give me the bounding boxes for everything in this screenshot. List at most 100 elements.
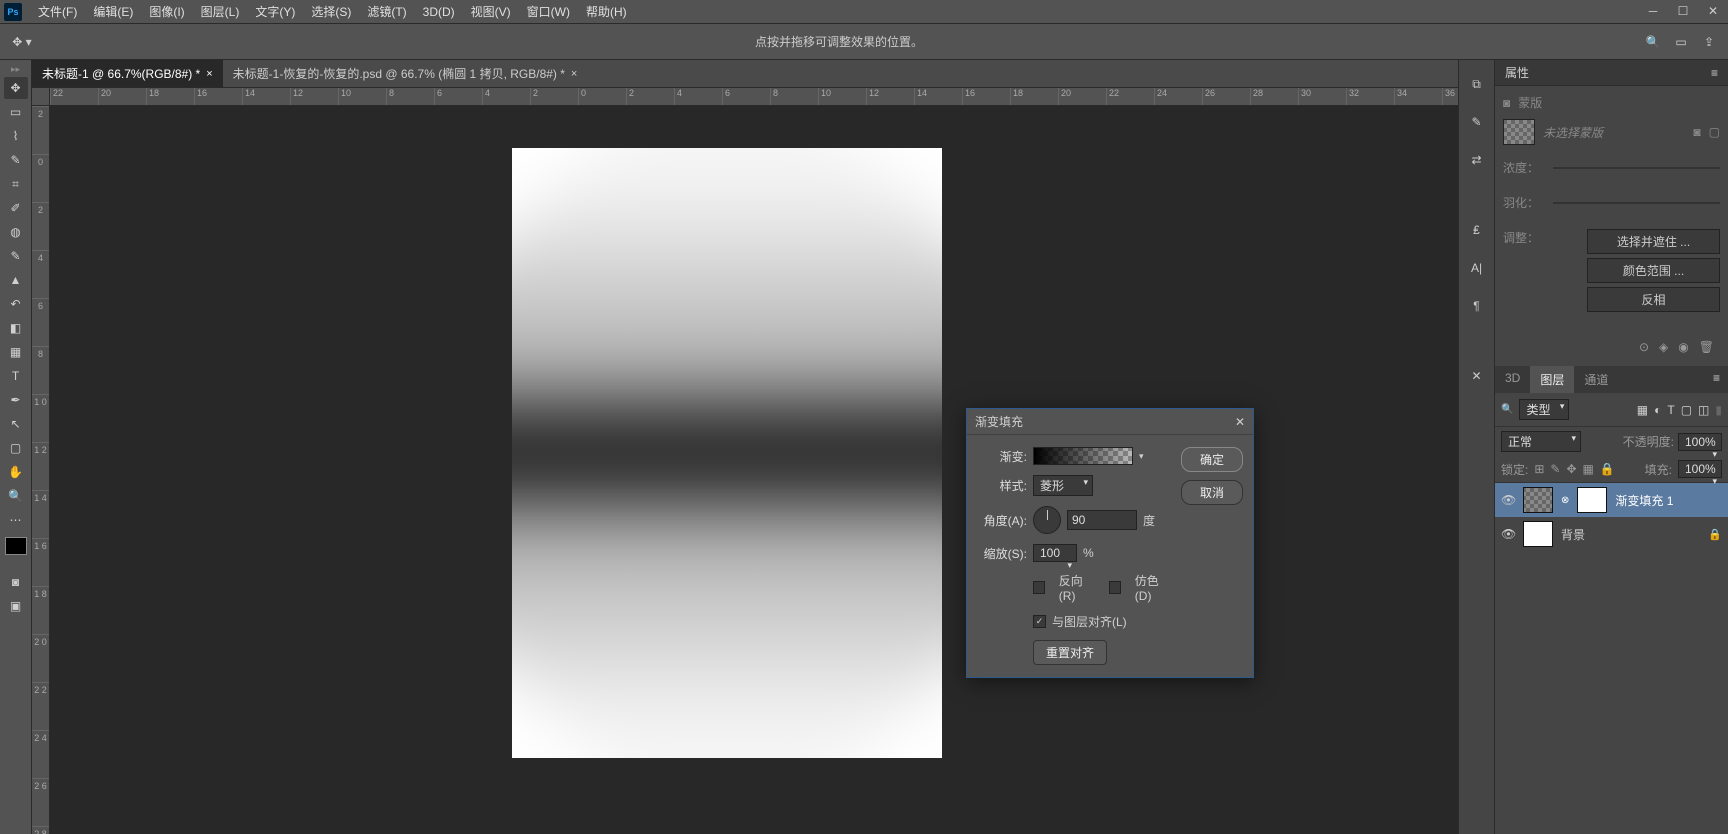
document-tab-1[interactable]: 未标题-1 @ 66.7%(RGB/8#) * ×: [32, 60, 223, 87]
panel-menu-icon[interactable]: ≡: [1705, 366, 1728, 393]
canvas[interactable]: [512, 148, 942, 758]
gradient-tool[interactable]: ▦: [4, 341, 28, 363]
visibility-icon[interactable]: 👁: [1501, 527, 1515, 541]
menu-layer[interactable]: 图层(L): [193, 3, 248, 20]
filter-smart-icon[interactable]: ◫: [1698, 403, 1709, 417]
lock-artboard-icon[interactable]: ▦: [1583, 462, 1594, 476]
close-button[interactable]: ✕: [1702, 2, 1724, 20]
eraser-tool[interactable]: ◧: [4, 317, 28, 339]
mask-link-icon[interactable]: ⊗: [1561, 495, 1569, 506]
color-swatch[interactable]: [5, 537, 27, 555]
pixel-mask-icon[interactable]: ◙: [1693, 125, 1700, 139]
dither-checkbox[interactable]: [1109, 581, 1121, 594]
cancel-button[interactable]: 取消: [1181, 480, 1243, 505]
pen-tool[interactable]: ✒: [4, 389, 28, 411]
menu-3d[interactable]: 3D(D): [415, 5, 463, 19]
tab-layers[interactable]: 图层: [1530, 366, 1574, 393]
move-tool-indicator[interactable]: ✥ ▾: [10, 31, 34, 53]
ruler-horizontal[interactable]: 2220181614121086420246810121416182022242…: [50, 88, 1458, 106]
lock-pixels-icon[interactable]: ⊞: [1534, 462, 1544, 476]
dropdown-icon[interactable]: ▾: [1139, 451, 1144, 462]
brush-settings-icon[interactable]: ⇄: [1467, 150, 1487, 170]
lock-position-icon[interactable]: ✎: [1550, 462, 1560, 476]
quick-select-tool[interactable]: ✎: [4, 149, 28, 171]
align-checkbox[interactable]: ✓: [1033, 615, 1046, 628]
load-selection-icon[interactable]: ⊙: [1639, 340, 1649, 354]
move-tool[interactable]: ✥: [4, 77, 28, 99]
stamp-tool[interactable]: ▲: [4, 269, 28, 291]
style-dropdown[interactable]: 菱形: [1033, 475, 1093, 496]
fill-value[interactable]: 100%: [1678, 460, 1722, 478]
filter-pixel-icon[interactable]: ▦: [1637, 403, 1648, 417]
filter-type-icon[interactable]: T: [1667, 403, 1674, 417]
screen-mode-icon[interactable]: ▣: [4, 595, 28, 617]
menu-image[interactable]: 图像(I): [141, 3, 192, 20]
filter-toggle-icon[interactable]: ▮: [1715, 403, 1722, 417]
filter-adjust-icon[interactable]: ◐: [1654, 403, 1661, 417]
menu-select[interactable]: 选择(S): [303, 3, 359, 20]
type-tool[interactable]: T: [4, 365, 28, 387]
quick-mask-icon[interactable]: ◙: [4, 571, 28, 593]
character-panel-icon[interactable]: ₤: [1467, 220, 1487, 240]
menu-file[interactable]: 文件(F): [30, 3, 85, 20]
hand-tool[interactable]: ✋: [4, 461, 28, 483]
vector-mask-icon[interactable]: ▢: [1709, 125, 1720, 139]
filter-shape-icon[interactable]: ▢: [1681, 403, 1692, 417]
workspace-icon[interactable]: ▭: [1672, 33, 1690, 51]
brush-panel-icon[interactable]: ✎: [1467, 112, 1487, 132]
dialog-titlebar[interactable]: 渐变填充 ✕: [967, 409, 1253, 435]
menu-filter[interactable]: 滤镜(T): [359, 3, 414, 20]
mask-thumbnail[interactable]: [1577, 487, 1607, 513]
gradient-picker[interactable]: [1033, 447, 1133, 465]
toggle-mask-icon[interactable]: ◉: [1678, 340, 1688, 354]
reset-align-button[interactable]: 重置对齐: [1033, 640, 1107, 665]
layer-background[interactable]: 👁 背景 🔒: [1495, 517, 1728, 551]
marquee-tool[interactable]: ▭: [4, 101, 28, 123]
zoom-tool[interactable]: 🔍: [4, 485, 28, 507]
menu-window[interactable]: 窗口(W): [519, 3, 578, 20]
angle-input[interactable]: [1067, 510, 1137, 530]
layer-name[interactable]: 渐变填充 1: [1615, 492, 1673, 509]
menu-edit[interactable]: 编辑(E): [85, 3, 141, 20]
menu-help[interactable]: 帮助(H): [578, 3, 635, 20]
path-select-tool[interactable]: ↖: [4, 413, 28, 435]
shape-tool[interactable]: ▢: [4, 437, 28, 459]
tab-close-icon[interactable]: ×: [206, 68, 212, 80]
layer-name[interactable]: 背景: [1561, 526, 1585, 543]
healing-tool[interactable]: ◍: [4, 221, 28, 243]
menu-type[interactable]: 文字(Y): [247, 3, 303, 20]
crop-tool[interactable]: ⌗: [4, 173, 28, 195]
tool-presets-icon[interactable]: ✕: [1467, 366, 1487, 386]
glyphs-panel-icon[interactable]: A|: [1467, 258, 1487, 278]
layer-thumbnail[interactable]: [1523, 521, 1553, 547]
panel-menu-icon[interactable]: ≡: [1711, 66, 1718, 80]
paragraph-panel-icon[interactable]: ¶: [1467, 296, 1487, 316]
blend-mode-dropdown[interactable]: 正常: [1501, 431, 1581, 452]
document-tab-2[interactable]: 未标题-1-恢复的-恢复的.psd @ 66.7% (椭圆 1 拷贝, RGB/…: [223, 60, 588, 87]
history-brush-tool[interactable]: ↶: [4, 293, 28, 315]
properties-panel-tab[interactable]: 属性 ≡: [1495, 60, 1728, 86]
menu-view[interactable]: 视图(V): [463, 3, 519, 20]
tab-3d[interactable]: 3D: [1495, 366, 1530, 393]
filter-type-dropdown[interactable]: 类型: [1519, 399, 1569, 420]
reverse-checkbox[interactable]: [1033, 581, 1045, 594]
tab-close-icon[interactable]: ×: [571, 68, 577, 80]
lock-all-icon[interactable]: 🔒: [1600, 462, 1615, 476]
minimize-button[interactable]: ─: [1642, 2, 1664, 20]
layer-thumbnail[interactable]: [1523, 487, 1553, 513]
lasso-tool[interactable]: ⌇: [4, 125, 28, 147]
tab-channels[interactable]: 通道: [1574, 366, 1618, 393]
history-panel-icon[interactable]: ⧉: [1467, 74, 1487, 94]
delete-mask-icon[interactable]: 🗑: [1699, 340, 1714, 354]
lock-move-icon[interactable]: ✥: [1566, 462, 1576, 476]
eyedropper-tool[interactable]: ✐: [4, 197, 28, 219]
angle-dial[interactable]: [1033, 506, 1061, 534]
invert-button[interactable]: 反相: [1587, 287, 1720, 312]
opacity-value[interactable]: 100%: [1678, 433, 1722, 451]
scale-input[interactable]: 100: [1033, 544, 1077, 562]
ok-button[interactable]: 确定: [1181, 447, 1243, 472]
maximize-button[interactable]: ☐: [1672, 2, 1694, 20]
dialog-close-icon[interactable]: ✕: [1235, 415, 1245, 429]
select-mask-button[interactable]: 选择并遮住 ...: [1587, 229, 1720, 254]
share-icon[interactable]: ⇪: [1700, 33, 1718, 51]
